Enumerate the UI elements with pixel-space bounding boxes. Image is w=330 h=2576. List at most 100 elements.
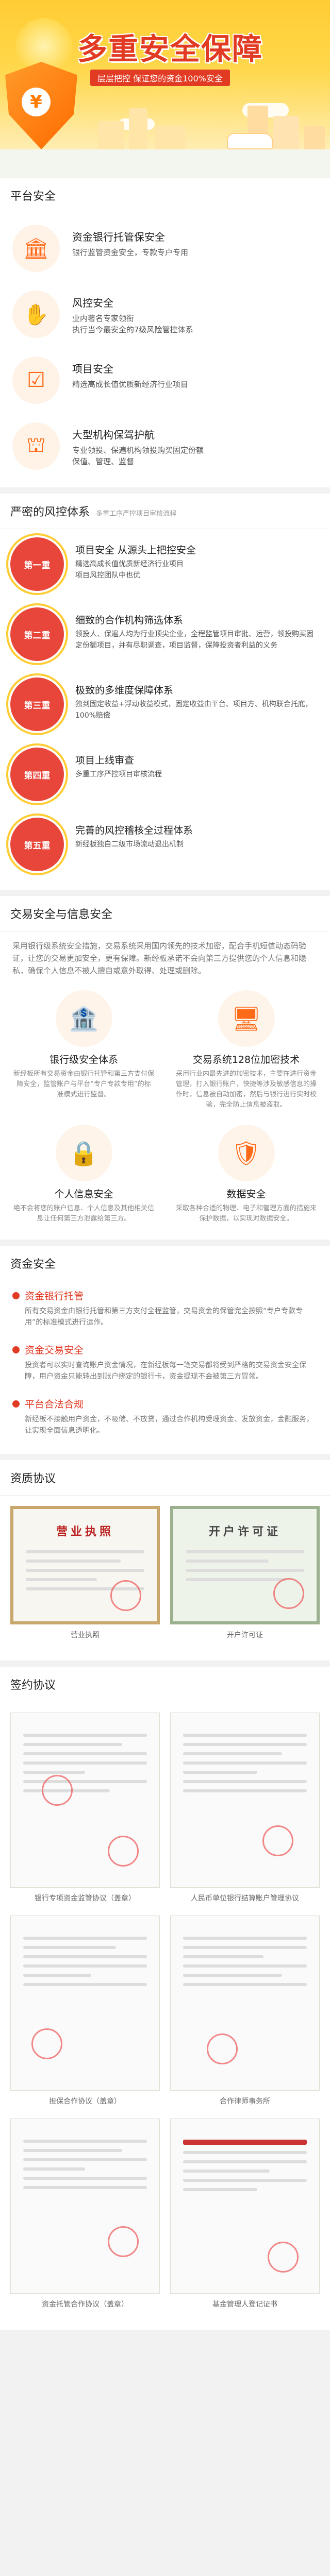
security-item: 🔒 个人信息安全 绝不会将您的账户信息、个人信息及其他相关信息让任何第三方泄露给… bbox=[10, 1125, 157, 1224]
feature-title: 风控安全 bbox=[72, 297, 113, 309]
seal-stamp bbox=[108, 2226, 139, 2257]
doc-caption: 营业执照 bbox=[71, 1631, 100, 1639]
risk-step: 第五重 完善的风控稽核全过程体系 新经板独自二级市场流动退出机制 bbox=[0, 809, 330, 879]
feature-item: ✋ 风控安全 业内著名专家领衔 执行当今最安全的7级风险管控体系 bbox=[0, 279, 330, 345]
step-desc: 新经板独自二级市场流动退出机制 bbox=[75, 840, 184, 849]
step-title: 极致的多维度保障体系 bbox=[75, 685, 174, 696]
seal-stamp bbox=[262, 1825, 293, 1856]
step-badge: 第二重 bbox=[6, 603, 68, 665]
license-image: 营业执照 bbox=[10, 1506, 160, 1624]
fund-title: 平台合法合规 bbox=[12, 1397, 318, 1411]
institution-icon: ⛫ bbox=[12, 422, 60, 470]
fund-item: 平台合法合规 新经板不接触用户资金，不吸储、不放贷，通过合作机构受理资金、发放资… bbox=[0, 1389, 330, 1444]
doc-caption: 资金托管合作协议（盖章） bbox=[42, 2300, 128, 2309]
security-desc: 采取各种合适的物理、电子和管理方面的措施来保护数据，以实现对数据安全。 bbox=[176, 1205, 317, 1223]
step-title: 项目上线审查 bbox=[75, 755, 135, 766]
step-badge: 第一重 bbox=[6, 533, 68, 595]
fund-item: 资金交易安全 投资者可以实时查询账户资金情况，在新经板每一笔交易都将受到严格的交… bbox=[0, 1335, 330, 1389]
feature-title: 资金银行托管保安全 bbox=[72, 231, 165, 243]
bank-icon: 🏛 bbox=[12, 225, 60, 272]
contract-doc[interactable]: 人民币单位银行结算账户管理协议 bbox=[170, 1713, 320, 1903]
step-title: 细致的合作机构筛选体系 bbox=[75, 615, 184, 626]
step-desc: 多重工序严控项目审核流程 bbox=[75, 770, 162, 778]
feature-desc: 业内著名专家领衔 执行当今最安全的7级风险管控体系 bbox=[72, 314, 193, 334]
encryption-icon: 🖥 bbox=[218, 990, 275, 1047]
platform-section: 平台安全 🏛 资金银行托管保安全 银行监管资金安全，专款专户专用 ✋ 风控安全 … bbox=[0, 178, 330, 487]
permit-heading: 开户许可证 bbox=[208, 1526, 281, 1538]
feature-desc: 银行监管资金安全，专款专户专用 bbox=[72, 248, 189, 257]
ground-decoration bbox=[0, 149, 330, 178]
doc-caption: 基金管理人登记证书 bbox=[212, 2300, 277, 2309]
security-item: 🖥 交易系统128位加密技术 采用行业内最先进的加密技术，主要在进行资金管理，打… bbox=[173, 990, 320, 1110]
contract-image bbox=[170, 1916, 320, 2091]
doc-caption: 担保合作协议（盖章） bbox=[49, 2097, 121, 2106]
security-desc: 绝不会将您的账户信息、个人信息及其他相关信息让任何第三方泄露给第三方。 bbox=[13, 1205, 155, 1223]
security-title: 个人信息安全 bbox=[54, 1189, 113, 1200]
step-desc: 独到固定收益+浮动收益模式，固定收益由平台、项目方、机构联合托底，100%赔偿 bbox=[75, 700, 312, 720]
contract-doc[interactable]: 基金管理人登记证书 bbox=[170, 2119, 320, 2309]
control-icon: ✋ bbox=[12, 291, 60, 338]
contract-doc[interactable]: 合作律师事务所 bbox=[170, 1916, 320, 2106]
hero-banner: ¥ 多重安全保障 层层把控 保证您的资金100%安全 bbox=[0, 0, 330, 178]
section-intro: 采用银行级系统安全措施，交易系统采用国内领先的技术加密，配合手机短信动态码验证，… bbox=[12, 941, 307, 975]
contract-image bbox=[170, 2119, 320, 2294]
trade-section: 交易安全与信息安全 采用银行级系统安全措施，交易系统采用国内领先的技术加密，配合… bbox=[0, 896, 330, 1240]
section-title: 平台安全 bbox=[0, 178, 330, 213]
project-icon: ☑ bbox=[12, 357, 60, 404]
fund-desc: 新经板不接触用户资金，不吸储、不放贷，通过合作机构受理资金、发放资金，金融服务，… bbox=[25, 1415, 314, 1435]
contract-doc[interactable]: 银行专项资金监管协议（盖章） bbox=[10, 1713, 160, 1903]
car-illustration bbox=[227, 133, 273, 149]
security-item: 🛡 数据安全 采取各种合适的物理、电子和管理方面的措施来保护数据，以实现对数据安… bbox=[173, 1125, 320, 1224]
risk-step: 第四重 项目上线审查 多重工序严控项目审核流程 bbox=[0, 739, 330, 809]
step-desc: 领投人、保遍人均为行业顶尖企业，全程监管项目审批、运营，领投购买固定份额项目，并… bbox=[75, 630, 314, 650]
security-item: 🏦 银行级安全体系 新经板所有交易资金由银行托管和第三方支付保障安全，监管账户与… bbox=[10, 990, 157, 1110]
step-desc: 精选高成长值优质新经济行业项目 项目风控团队中也优 bbox=[75, 560, 184, 580]
section-title: 签约协议 bbox=[0, 1667, 330, 1702]
bank-system-icon: 🏦 bbox=[55, 990, 112, 1047]
license-heading: 营业执照 bbox=[56, 1526, 114, 1538]
qualification-section: 资质协议 营业执照 营业执照 开户许可证 开户许可证 bbox=[0, 1460, 330, 1660]
fund-title: 资金交易安全 bbox=[12, 1343, 318, 1357]
step-badge: 第四重 bbox=[6, 743, 68, 805]
security-title: 交易系统128位加密技术 bbox=[192, 1054, 300, 1065]
contract-doc[interactable]: 担保合作协议（盖章） bbox=[10, 1916, 160, 2106]
feature-item: ☑ 项目安全 精选高成长值优质新经济行业项目 bbox=[0, 345, 330, 411]
seal-stamp bbox=[108, 1836, 139, 1867]
hero-subtitle: 层层把控 保证您的资金100%安全 bbox=[90, 70, 230, 86]
step-title: 完善的风控稽核全过程体系 bbox=[75, 825, 193, 836]
step-title: 项目安全 从源头上把控安全 bbox=[75, 545, 196, 556]
step-badge: 第三重 bbox=[6, 673, 68, 735]
contract-doc[interactable]: 资金托管合作协议（盖章） bbox=[10, 2119, 160, 2309]
feature-item: ⛫ 大型机构保驾护航 专业领投、保遍机构领投购买固定份额 保值、管理、监督 bbox=[0, 411, 330, 477]
doc-caption: 合作律师事务所 bbox=[220, 2097, 270, 2106]
section-title: 资质协议 bbox=[0, 1460, 330, 1496]
fund-title: 资金银行托管 bbox=[12, 1289, 318, 1302]
seal-stamp bbox=[207, 2033, 238, 2064]
section-title: 交易安全与信息安全 bbox=[0, 896, 330, 931]
risk-section: 严密的风控体系 多重工序严控项目审核流程 第一重 项目安全 从源头上把控安全 精选… bbox=[0, 494, 330, 890]
doc-caption: 开户许可证 bbox=[227, 1631, 263, 1639]
security-title: 银行级安全体系 bbox=[49, 1054, 118, 1065]
feature-desc: 专业领投、保遍机构领投购买固定份额 保值、管理、监督 bbox=[72, 446, 204, 466]
contract-image bbox=[10, 2119, 160, 2294]
permit-image: 开户许可证 bbox=[170, 1506, 320, 1624]
feature-item: 🏛 资金银行托管保安全 银行监管资金安全，专款专户专用 bbox=[0, 213, 330, 279]
section-title: 严密的风控体系 多重工序严控项目审核流程 bbox=[0, 494, 330, 529]
seal-stamp bbox=[268, 2242, 299, 2273]
data-icon: 🛡 bbox=[218, 1125, 275, 1181]
feature-desc: 精选高成长值优质新经济行业项目 bbox=[72, 380, 189, 389]
section-title: 资金安全 bbox=[0, 1246, 330, 1281]
fund-desc: 投资者可以实时查询账户资金情况，在新经板每一笔交易都将受到严格的交易资金安全保障… bbox=[25, 1361, 306, 1381]
privacy-icon: 🔒 bbox=[55, 1125, 112, 1181]
seal-stamp bbox=[42, 1775, 73, 1806]
contracts-section: 签约协议 银行专项资金监管协议（盖章） 人民币单位银行结算账户管理协议 担保合作… bbox=[0, 1667, 330, 2330]
doc-caption: 银行专项资金监管协议（盖章） bbox=[35, 1894, 136, 1903]
account-permit[interactable]: 开户许可证 开户许可证 bbox=[170, 1506, 320, 1640]
contract-image bbox=[10, 1713, 160, 1888]
seal-stamp bbox=[31, 2028, 62, 2059]
fund-desc: 所有交易资金由银行托管和第三方支付全程监管，交易资金的保管完全按照“专户专款专用… bbox=[25, 1307, 303, 1327]
risk-step: 第一重 项目安全 从源头上把控安全 精选高成长值优质新经济行业项目 项目风控团队… bbox=[0, 529, 330, 599]
business-license[interactable]: 营业执照 营业执照 bbox=[10, 1506, 160, 1640]
city-skyline bbox=[77, 100, 330, 157]
feature-title: 大型机构保驾护航 bbox=[72, 429, 155, 441]
